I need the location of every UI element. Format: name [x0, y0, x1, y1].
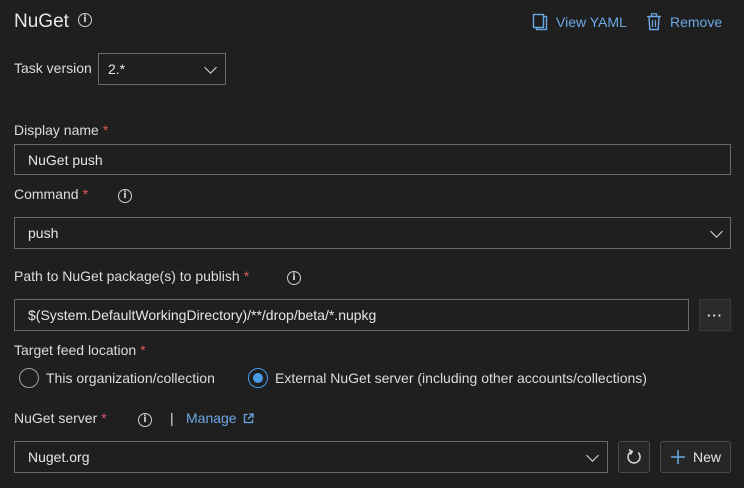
display-name-input[interactable]: NuGet push — [14, 144, 731, 175]
task-version-dropdown[interactable]: 2.* — [98, 53, 226, 85]
chevron-down-icon — [710, 225, 723, 238]
path-label: Path to NuGet package(s) to publish * — [14, 268, 250, 284]
nuget-server-value: Nuget.org — [28, 449, 90, 465]
radio-external-server[interactable]: External NuGet server (including other a… — [248, 368, 647, 388]
refresh-icon — [627, 448, 641, 464]
clipboard-icon — [532, 13, 548, 31]
manage-link[interactable]: Manage — [186, 410, 254, 426]
radio-button-selected[interactable] — [248, 368, 268, 388]
manage-label: Manage — [186, 410, 237, 426]
nuget-server-info-icon[interactable]: i — [138, 413, 152, 427]
view-yaml-label: View YAML — [556, 14, 627, 30]
command-info-icon[interactable]: i — [118, 189, 132, 203]
radio-label: External NuGet server (including other a… — [275, 370, 647, 386]
radio-button[interactable] — [19, 368, 39, 388]
command-value: push — [28, 225, 59, 241]
radio-this-organization[interactable]: This organization/collection — [19, 368, 215, 388]
target-feed-label: Target feed location * — [14, 342, 146, 358]
nuget-server-dropdown[interactable]: Nuget.org — [14, 441, 608, 473]
new-button[interactable]: New — [660, 441, 731, 473]
path-input[interactable]: $(System.DefaultWorkingDirectory)/**/dro… — [14, 299, 689, 331]
refresh-button[interactable] — [618, 441, 650, 473]
chevron-down-icon — [586, 449, 599, 462]
nuget-server-label: NuGet server * — [14, 410, 107, 426]
ellipsis-icon: ··· — [707, 307, 723, 323]
page-title: NuGet — [14, 11, 69, 32]
path-info-icon[interactable]: i — [287, 271, 301, 285]
new-label: New — [692, 449, 721, 465]
path-value: $(System.DefaultWorkingDirectory)/**/dro… — [28, 307, 377, 323]
plus-icon — [670, 450, 685, 464]
separator: | — [170, 410, 174, 426]
command-label: Command * — [14, 186, 89, 202]
radio-label: This organization/collection — [46, 370, 215, 386]
browse-button[interactable]: ··· — [699, 299, 731, 331]
view-yaml-button[interactable]: View YAML — [532, 13, 627, 31]
display-name-value: NuGet push — [28, 151, 103, 168]
external-link-icon — [243, 412, 254, 423]
task-version-label: Task version — [14, 60, 92, 76]
trash-icon — [647, 13, 661, 31]
display-name-label: Display name * — [14, 122, 109, 138]
remove-button[interactable]: Remove — [646, 13, 722, 31]
chevron-down-icon — [204, 61, 217, 74]
task-version-value: 2.* — [108, 61, 126, 77]
info-icon[interactable]: i — [78, 13, 92, 27]
remove-label: Remove — [670, 14, 723, 30]
command-dropdown[interactable]: push — [14, 217, 731, 249]
